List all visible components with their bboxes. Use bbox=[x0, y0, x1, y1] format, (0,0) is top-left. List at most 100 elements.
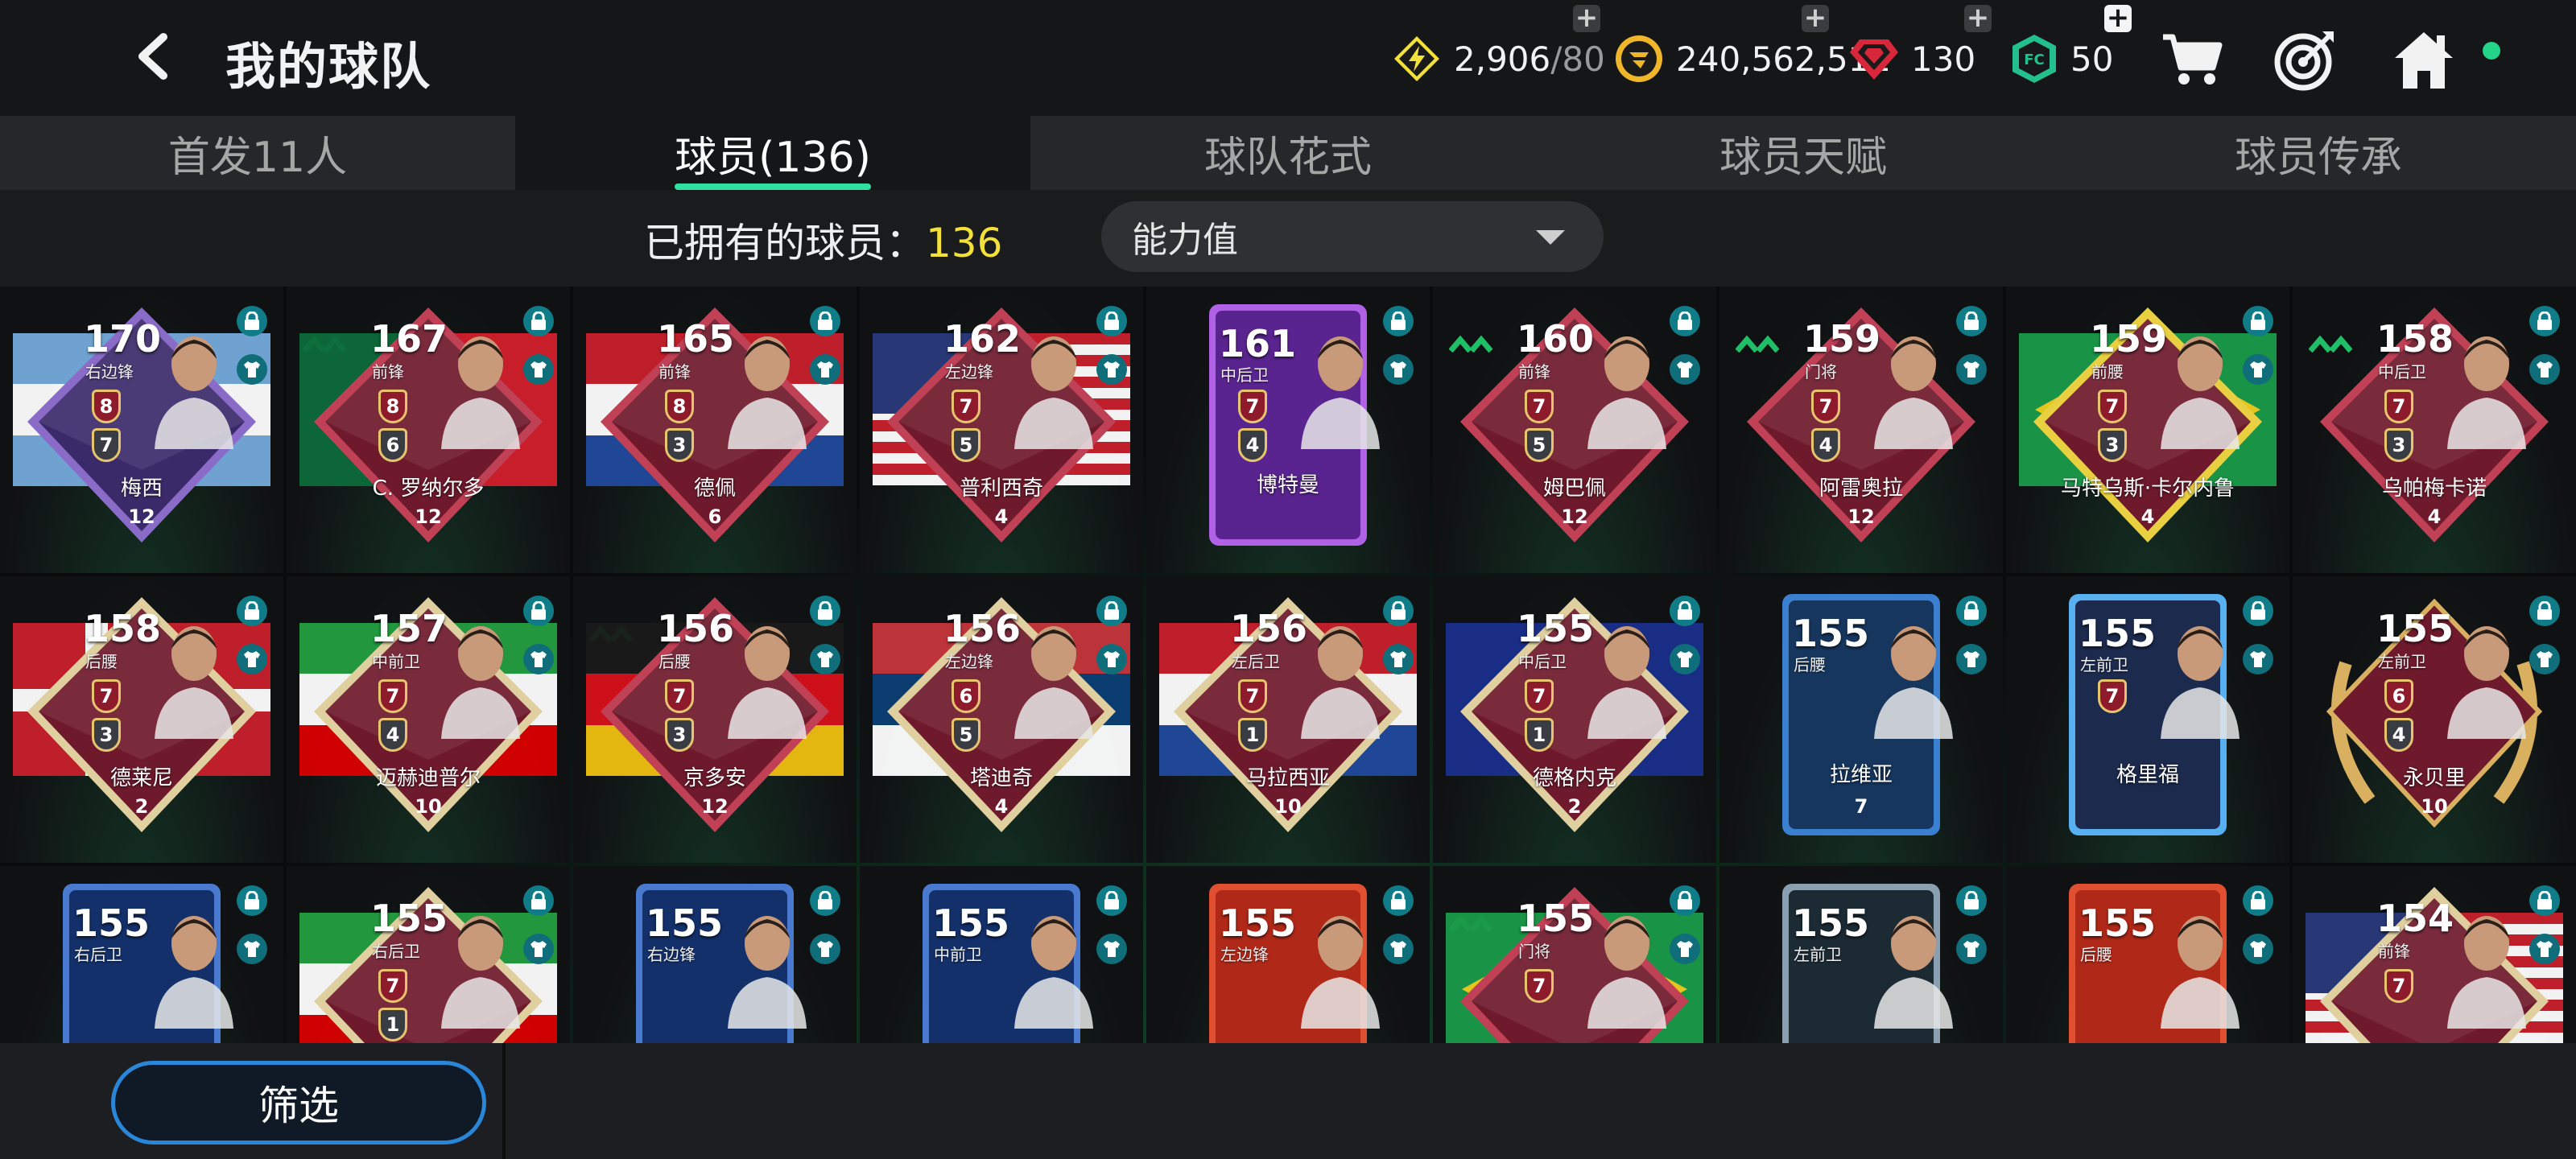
energy-currency[interactable]: 2,906/80 bbox=[1391, 31, 1605, 87]
tab-players[interactable]: 球员(136) bbox=[515, 116, 1030, 190]
jersey-icon[interactable] bbox=[1096, 934, 1127, 964]
player-card[interactable]: 155 左前卫 7 格里福 bbox=[2006, 576, 2289, 863]
lock-icon[interactable] bbox=[2529, 306, 2560, 336]
jersey-icon[interactable] bbox=[1956, 934, 1987, 964]
player-card[interactable]: 162 左边锋 7 5 普利西奇 4 bbox=[860, 287, 1143, 573]
lock-icon[interactable] bbox=[1096, 885, 1127, 916]
jersey-icon[interactable] bbox=[1956, 354, 1987, 385]
jersey-icon[interactable] bbox=[523, 354, 554, 385]
lock-icon[interactable] bbox=[1670, 306, 1700, 336]
tab-player-talent[interactable]: 球员天赋 bbox=[1546, 116, 2061, 190]
player-card[interactable]: 155 门将 7 bbox=[1433, 866, 1716, 1043]
lock-icon[interactable] bbox=[2243, 306, 2273, 336]
player-card[interactable]: 165 前锋 8 3 德佩 6 bbox=[573, 287, 857, 573]
jersey-icon[interactable] bbox=[1383, 354, 1414, 385]
jersey-icon[interactable] bbox=[237, 934, 267, 964]
sort-dropdown[interactable]: 能力值 bbox=[1101, 201, 1604, 272]
player-card[interactable]: 155 后腰 bbox=[2006, 866, 2289, 1043]
player-card[interactable]: 155 左前卫 bbox=[1719, 866, 2003, 1043]
lock-icon[interactable] bbox=[1956, 885, 1987, 916]
jersey-icon[interactable] bbox=[1096, 354, 1127, 385]
lock-icon[interactable] bbox=[1383, 596, 1414, 626]
player-card[interactable]: 156 左后卫 7 1 马拉西亚 10 bbox=[1146, 576, 1430, 863]
tab-player-legacy[interactable]: 球员传承 bbox=[2061, 116, 2576, 190]
tab-starting-eleven[interactable]: 首发11人 bbox=[0, 116, 515, 190]
player-card[interactable]: 154 前锋 7 bbox=[2293, 866, 2576, 1043]
jersey-icon[interactable] bbox=[1670, 934, 1700, 964]
jersey-icon[interactable] bbox=[523, 644, 554, 674]
filter-button[interactable]: 筛选 bbox=[111, 1061, 486, 1145]
jersey-icon[interactable] bbox=[1383, 934, 1414, 964]
gems-currency[interactable]: 130 bbox=[1848, 31, 1975, 87]
player-card[interactable]: 156 后腰 7 3 京多安 12 bbox=[573, 576, 857, 863]
jersey-icon[interactable] bbox=[2243, 354, 2273, 385]
player-card[interactable]: 155 中前卫 bbox=[860, 866, 1143, 1043]
player-card[interactable]: 155 右边锋 bbox=[573, 866, 857, 1043]
lock-icon[interactable] bbox=[1956, 596, 1987, 626]
player-card[interactable]: 159 门将 7 4 阿雷奥拉 12 bbox=[1719, 287, 2003, 573]
lock-icon[interactable] bbox=[237, 306, 267, 336]
lock-icon[interactable] bbox=[1670, 885, 1700, 916]
player-card[interactable]: 161 中后卫 7 4 博特曼 bbox=[1146, 287, 1430, 573]
jersey-icon[interactable] bbox=[1670, 354, 1700, 385]
player-card[interactable]: 157 中前卫 7 4 迈赫迪普尔 10 bbox=[287, 576, 570, 863]
jersey-icon[interactable] bbox=[2243, 934, 2273, 964]
add-gems-button[interactable]: + bbox=[1964, 4, 1992, 32]
player-card[interactable]: 156 左边锋 6 5 塔迪奇 4 bbox=[860, 576, 1143, 863]
lock-icon[interactable] bbox=[1383, 885, 1414, 916]
jersey-icon[interactable] bbox=[1096, 644, 1127, 674]
lock-icon[interactable] bbox=[810, 596, 840, 626]
add-coins-button[interactable]: + bbox=[1802, 4, 1829, 32]
jersey-icon[interactable] bbox=[1383, 644, 1414, 674]
lock-icon[interactable] bbox=[2243, 885, 2273, 916]
player-card[interactable]: 158 后腰 7 3 德莱尼 2 bbox=[0, 576, 283, 863]
lock-icon[interactable] bbox=[523, 306, 554, 336]
jersey-icon[interactable] bbox=[1670, 644, 1700, 674]
tab-team-style[interactable]: 球队花式 bbox=[1030, 116, 1546, 190]
add-energy-button[interactable]: + bbox=[1573, 4, 1600, 32]
lock-icon[interactable] bbox=[1956, 306, 1987, 336]
lock-icon[interactable] bbox=[2529, 885, 2560, 916]
lock-icon[interactable] bbox=[1096, 306, 1127, 336]
player-card[interactable]: 155 中后卫 7 1 德格内克 2 bbox=[1433, 576, 1716, 863]
tokens-currency[interactable]: FC 50 bbox=[2009, 31, 2113, 87]
lock-icon[interactable] bbox=[237, 885, 267, 916]
add-tokens-button[interactable]: + bbox=[2104, 4, 2132, 32]
home-button[interactable] bbox=[2388, 24, 2460, 97]
jersey-icon[interactable] bbox=[2529, 354, 2560, 385]
lock-icon[interactable] bbox=[237, 596, 267, 626]
lock-icon[interactable] bbox=[2529, 596, 2560, 626]
jersey-icon[interactable] bbox=[2529, 934, 2560, 964]
jersey-icon[interactable] bbox=[810, 354, 840, 385]
lock-icon[interactable] bbox=[523, 596, 554, 626]
player-card[interactable]: 155 右后卫 bbox=[0, 866, 283, 1043]
lock-icon[interactable] bbox=[523, 885, 554, 916]
player-card[interactable]: 159 前腰 7 3 马特乌斯·卡尔内鲁 4 bbox=[2006, 287, 2289, 573]
jersey-icon[interactable] bbox=[1956, 644, 1987, 674]
player-card[interactable]: 160 前锋 7 5 姆巴佩 12 bbox=[1433, 287, 1716, 573]
player-card[interactable]: 155 左边锋 bbox=[1146, 866, 1430, 1043]
jersey-icon[interactable] bbox=[523, 934, 554, 964]
back-button[interactable] bbox=[121, 24, 185, 89]
jersey-icon[interactable] bbox=[237, 354, 267, 385]
jersey-icon[interactable] bbox=[810, 934, 840, 964]
jersey-icon[interactable] bbox=[810, 644, 840, 674]
player-card[interactable]: 167 前锋 8 6 C. 罗纳尔多 12 bbox=[287, 287, 570, 573]
lock-icon[interactable] bbox=[1096, 596, 1127, 626]
lock-icon[interactable] bbox=[1383, 306, 1414, 336]
player-card[interactable]: 170 右边锋 8 7 梅西 12 bbox=[0, 287, 283, 573]
jersey-icon[interactable] bbox=[2529, 644, 2560, 674]
player-rating: 170 bbox=[84, 317, 162, 361]
player-card[interactable]: 158 中后卫 7 3 乌帕梅卡诺 4 bbox=[2293, 287, 2576, 573]
player-card[interactable]: 155 右后卫 7 1 bbox=[287, 866, 570, 1043]
player-card[interactable]: 155 左前卫 6 4 永贝里 10 bbox=[2293, 576, 2576, 863]
lock-icon[interactable] bbox=[810, 306, 840, 336]
shop-button[interactable] bbox=[2156, 24, 2228, 97]
objectives-button[interactable] bbox=[2268, 24, 2341, 97]
lock-icon[interactable] bbox=[1670, 596, 1700, 626]
lock-icon[interactable] bbox=[2243, 596, 2273, 626]
player-card[interactable]: 155 后腰 拉维亚 7 bbox=[1719, 576, 2003, 863]
jersey-icon[interactable] bbox=[2243, 644, 2273, 674]
jersey-icon[interactable] bbox=[237, 644, 267, 674]
lock-icon[interactable] bbox=[810, 885, 840, 916]
